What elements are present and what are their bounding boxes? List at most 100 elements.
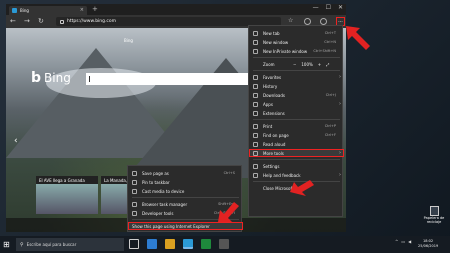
close-button[interactable]: ✕ (338, 4, 343, 11)
app-icon[interactable] (219, 239, 229, 249)
menu-item-label: Find on page (263, 132, 289, 138)
menu-item-label: Extensions (263, 110, 285, 116)
menu-item-new-tab[interactable]: New tab Ctrl+T (249, 29, 344, 37)
downloads-icon (253, 92, 258, 98)
file-explorer-icon[interactable] (165, 239, 175, 249)
new-tab-icon[interactable]: + (92, 5, 98, 13)
minimize-button[interactable]: — (313, 4, 319, 11)
text-cursor (89, 76, 90, 82)
tab-close-icon[interactable]: × (80, 7, 84, 13)
bing-logo: b Bing (31, 70, 71, 86)
menu-item-label: Show this page using Internet Explorer (132, 223, 210, 229)
menu-item-favorites[interactable]: Favorites › (249, 73, 344, 81)
menu-item-read-aloud[interactable]: Read aloud (249, 140, 344, 148)
zoom-out-button[interactable]: − (293, 62, 296, 67)
forward-icon[interactable]: → (24, 17, 30, 25)
menu-item-label: Favorites (263, 74, 282, 80)
save-icon (132, 170, 137, 176)
menu-item-extensions[interactable]: Extensions (249, 109, 344, 117)
more-tools-icon (253, 150, 258, 156)
menu-item-label: Browser task manager (142, 201, 188, 207)
menu-item-label: Developer tools (142, 210, 174, 216)
maximize-button[interactable]: ☐ (326, 4, 331, 11)
title-bar: Bing × + — ☐ ✕ (6, 4, 346, 15)
clock[interactable]: 18:02 25/06/2019 (418, 239, 438, 249)
search-icon: ⚲ (20, 241, 24, 248)
zoom-in-button[interactable]: + (318, 62, 321, 67)
menu-item-label: Cast media to device (142, 188, 185, 194)
help-icon (253, 172, 258, 178)
bing-logo-text: Bing (44, 71, 71, 85)
menu-item-shortcut: Ctrl+S (223, 171, 235, 175)
news-card[interactable]: El AVE llega a Granada (36, 176, 98, 214)
submenu-item-save-page[interactable]: Save page as Ctrl+S (128, 169, 243, 177)
submenu-item-pin-taskbar[interactable]: Pin to taskbar (128, 178, 243, 186)
menu-item-label: Read aloud (263, 141, 286, 147)
search-input[interactable]: ◉ (86, 73, 259, 85)
pin-icon (132, 179, 137, 185)
windows-start-icon[interactable]: ⊞ (3, 240, 10, 249)
tab-bing[interactable]: Bing × (9, 6, 87, 15)
taskbar-search[interactable]: ⚲ Escribe aquí para buscar (16, 238, 124, 251)
menu-item-new-window[interactable]: New window Ctrl+N (249, 38, 344, 46)
menu-divider (253, 159, 340, 160)
window-controls: — ☐ ✕ (313, 4, 343, 11)
menu-item-history[interactable]: History (249, 82, 344, 90)
menu-item-downloads[interactable]: Downloads Ctrl+J (249, 91, 344, 99)
extensions-icon (253, 110, 258, 116)
recycle-bin[interactable]: Papelera de reciclaje (420, 206, 448, 224)
submenu-item-cast[interactable]: Cast media to device (128, 187, 243, 195)
menu-item-more-tools[interactable]: More tools › (249, 149, 344, 157)
menu-item-label: Print (263, 123, 273, 129)
fullscreen-icon[interactable]: ⤢ (326, 62, 329, 67)
dev-tools-icon (132, 210, 137, 216)
red-arrow-icon (218, 202, 239, 222)
chevron-right-icon: › (339, 74, 341, 80)
edge-legacy-icon[interactable] (147, 239, 157, 249)
menu-item-label: New tab (263, 30, 280, 36)
menu-item-apps[interactable]: Apps › (249, 100, 344, 108)
page-center-label: Bing (124, 38, 133, 43)
zoom-value: 100% (301, 61, 313, 67)
menu-item-label: Zoom (263, 61, 275, 67)
menu-item-label: History (263, 83, 278, 89)
bing-b-icon: b (31, 70, 42, 86)
task-view-icon[interactable] (129, 239, 139, 249)
chevron-up-icon[interactable]: ^ (395, 239, 398, 244)
menu-divider (253, 70, 340, 71)
back-icon[interactable]: ← (10, 17, 16, 25)
emoji-icon[interactable] (320, 18, 327, 25)
task-manager-icon (132, 201, 137, 207)
taskbar-search-placeholder: Escribe aquí para buscar (26, 242, 77, 247)
bing-favicon-icon (12, 8, 17, 13)
lock-icon (60, 19, 64, 24)
menu-item-print[interactable]: Print Ctrl+P (249, 122, 344, 130)
menu-divider (253, 57, 340, 58)
menu-item-shortcut: Ctrl+J (325, 93, 336, 97)
menu-item-label: New window (263, 39, 289, 45)
menu-item-label: Pin to taskbar (142, 179, 170, 185)
network-icon[interactable]: ▭ (401, 239, 405, 244)
chevron-right-icon: › (339, 150, 341, 156)
system-tray: ^ ▭ ◀ (395, 239, 411, 244)
menu-item-settings[interactable]: Settings (249, 162, 344, 170)
red-arrow-icon (346, 26, 370, 50)
prev-arrow-icon[interactable]: ‹ (14, 136, 18, 146)
read-aloud-icon (253, 141, 258, 147)
volume-icon[interactable]: ◀ (408, 239, 411, 244)
menu-item-shortcut: Ctrl+T (324, 31, 336, 35)
menu-item-new-inprivate[interactable]: New InPrivate window Ctrl+Shift+N (249, 47, 344, 55)
recycle-bin-icon (429, 206, 439, 216)
menu-item-label: Save page as (142, 170, 169, 176)
edge-chromium-icon[interactable] (183, 239, 193, 249)
chrome-icon[interactable] (201, 239, 211, 249)
favorite-star-icon[interactable]: ☆ (288, 17, 293, 24)
favorites-icon (253, 74, 258, 80)
refresh-icon[interactable]: ↻ (38, 17, 44, 25)
profile-avatar-icon[interactable] (304, 18, 311, 25)
new-window-icon (253, 39, 258, 45)
new-tab-icon (253, 30, 258, 36)
menu-item-find[interactable]: Find on page Ctrl+F (249, 131, 344, 139)
menu-item-label: Help and feedback (263, 172, 301, 178)
menu-item-zoom: Zoom − 100% + ⤢ (249, 60, 344, 68)
